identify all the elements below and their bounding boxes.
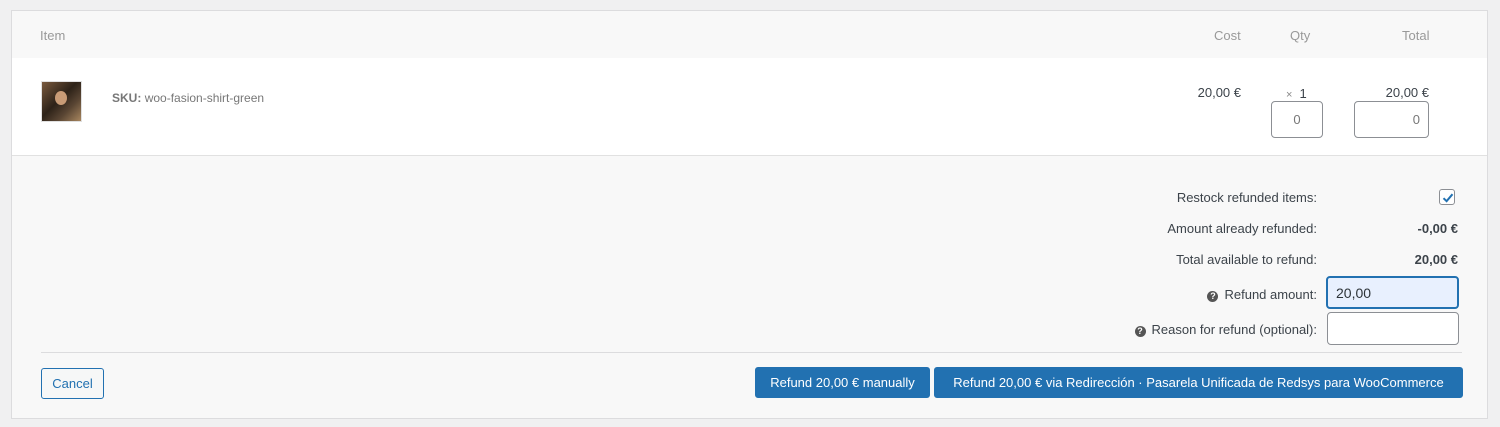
sku-value: woo-fasion-shirt-green <box>144 91 265 105</box>
item-qty: × 1 <box>1286 86 1307 101</box>
header-item: Item <box>40 28 66 43</box>
restock-checkbox[interactable] <box>1439 189 1455 205</box>
table-row: SKU: woo-fasion-shirt-green 20,00 € × 1 2… <box>12 58 1487 156</box>
refund-amount-input[interactable] <box>1326 276 1459 309</box>
help-icon[interactable]: ? <box>1134 326 1146 337</box>
item-cost: 20,00 € <box>1197 85 1241 100</box>
refund-reason-label: ? Reason for refund (optional): <box>1134 322 1317 337</box>
item-total: 20,00 € <box>1385 85 1429 100</box>
already-refunded-label: Amount already refunded: <box>1167 221 1317 236</box>
restock-label: Restock refunded items: <box>1176 190 1317 205</box>
cancel-button[interactable]: Cancel <box>41 368 104 399</box>
refund-panel: Item Cost Qty Total SKU: woo-fasion-shir… <box>11 10 1488 419</box>
table-header: Item Cost Qty Total <box>12 11 1487 58</box>
refund-via-gateway-button[interactable]: Refund 20,00 € via Redirección · Pasarel… <box>934 367 1463 398</box>
checkmark-icon <box>1442 193 1454 203</box>
product-thumbnail[interactable] <box>41 81 82 122</box>
sku-label: SKU: <box>112 91 142 105</box>
refund-reason-input[interactable] <box>1327 312 1459 345</box>
product-image-figure <box>55 91 67 105</box>
product-sku: SKU: woo-fasion-shirt-green <box>112 91 264 105</box>
header-cost: Cost <box>1214 28 1241 43</box>
actions-divider <box>41 352 1462 353</box>
refund-reason-label-text: Reason for refund (optional): <box>1151 322 1317 337</box>
refund-amount-label: ? Refund amount: <box>1207 287 1317 302</box>
already-refunded-value: -0,00 € <box>1417 221 1458 236</box>
available-to-refund-value: 20,00 € <box>1414 252 1458 267</box>
refund-qty-input[interactable] <box>1271 101 1323 138</box>
help-icon[interactable]: ? <box>1207 291 1219 302</box>
qty-value: 1 <box>1299 86 1307 101</box>
header-total: Total <box>1402 28 1430 43</box>
refund-amount-label-text: Refund amount: <box>1224 287 1317 302</box>
refund-manually-button[interactable]: Refund 20,00 € manually <box>755 367 930 398</box>
available-to-refund-label: Total available to refund: <box>1176 252 1317 267</box>
header-qty: Qty <box>1290 28 1311 43</box>
times-symbol: × <box>1286 89 1293 101</box>
refund-line-total-input[interactable] <box>1354 101 1429 138</box>
